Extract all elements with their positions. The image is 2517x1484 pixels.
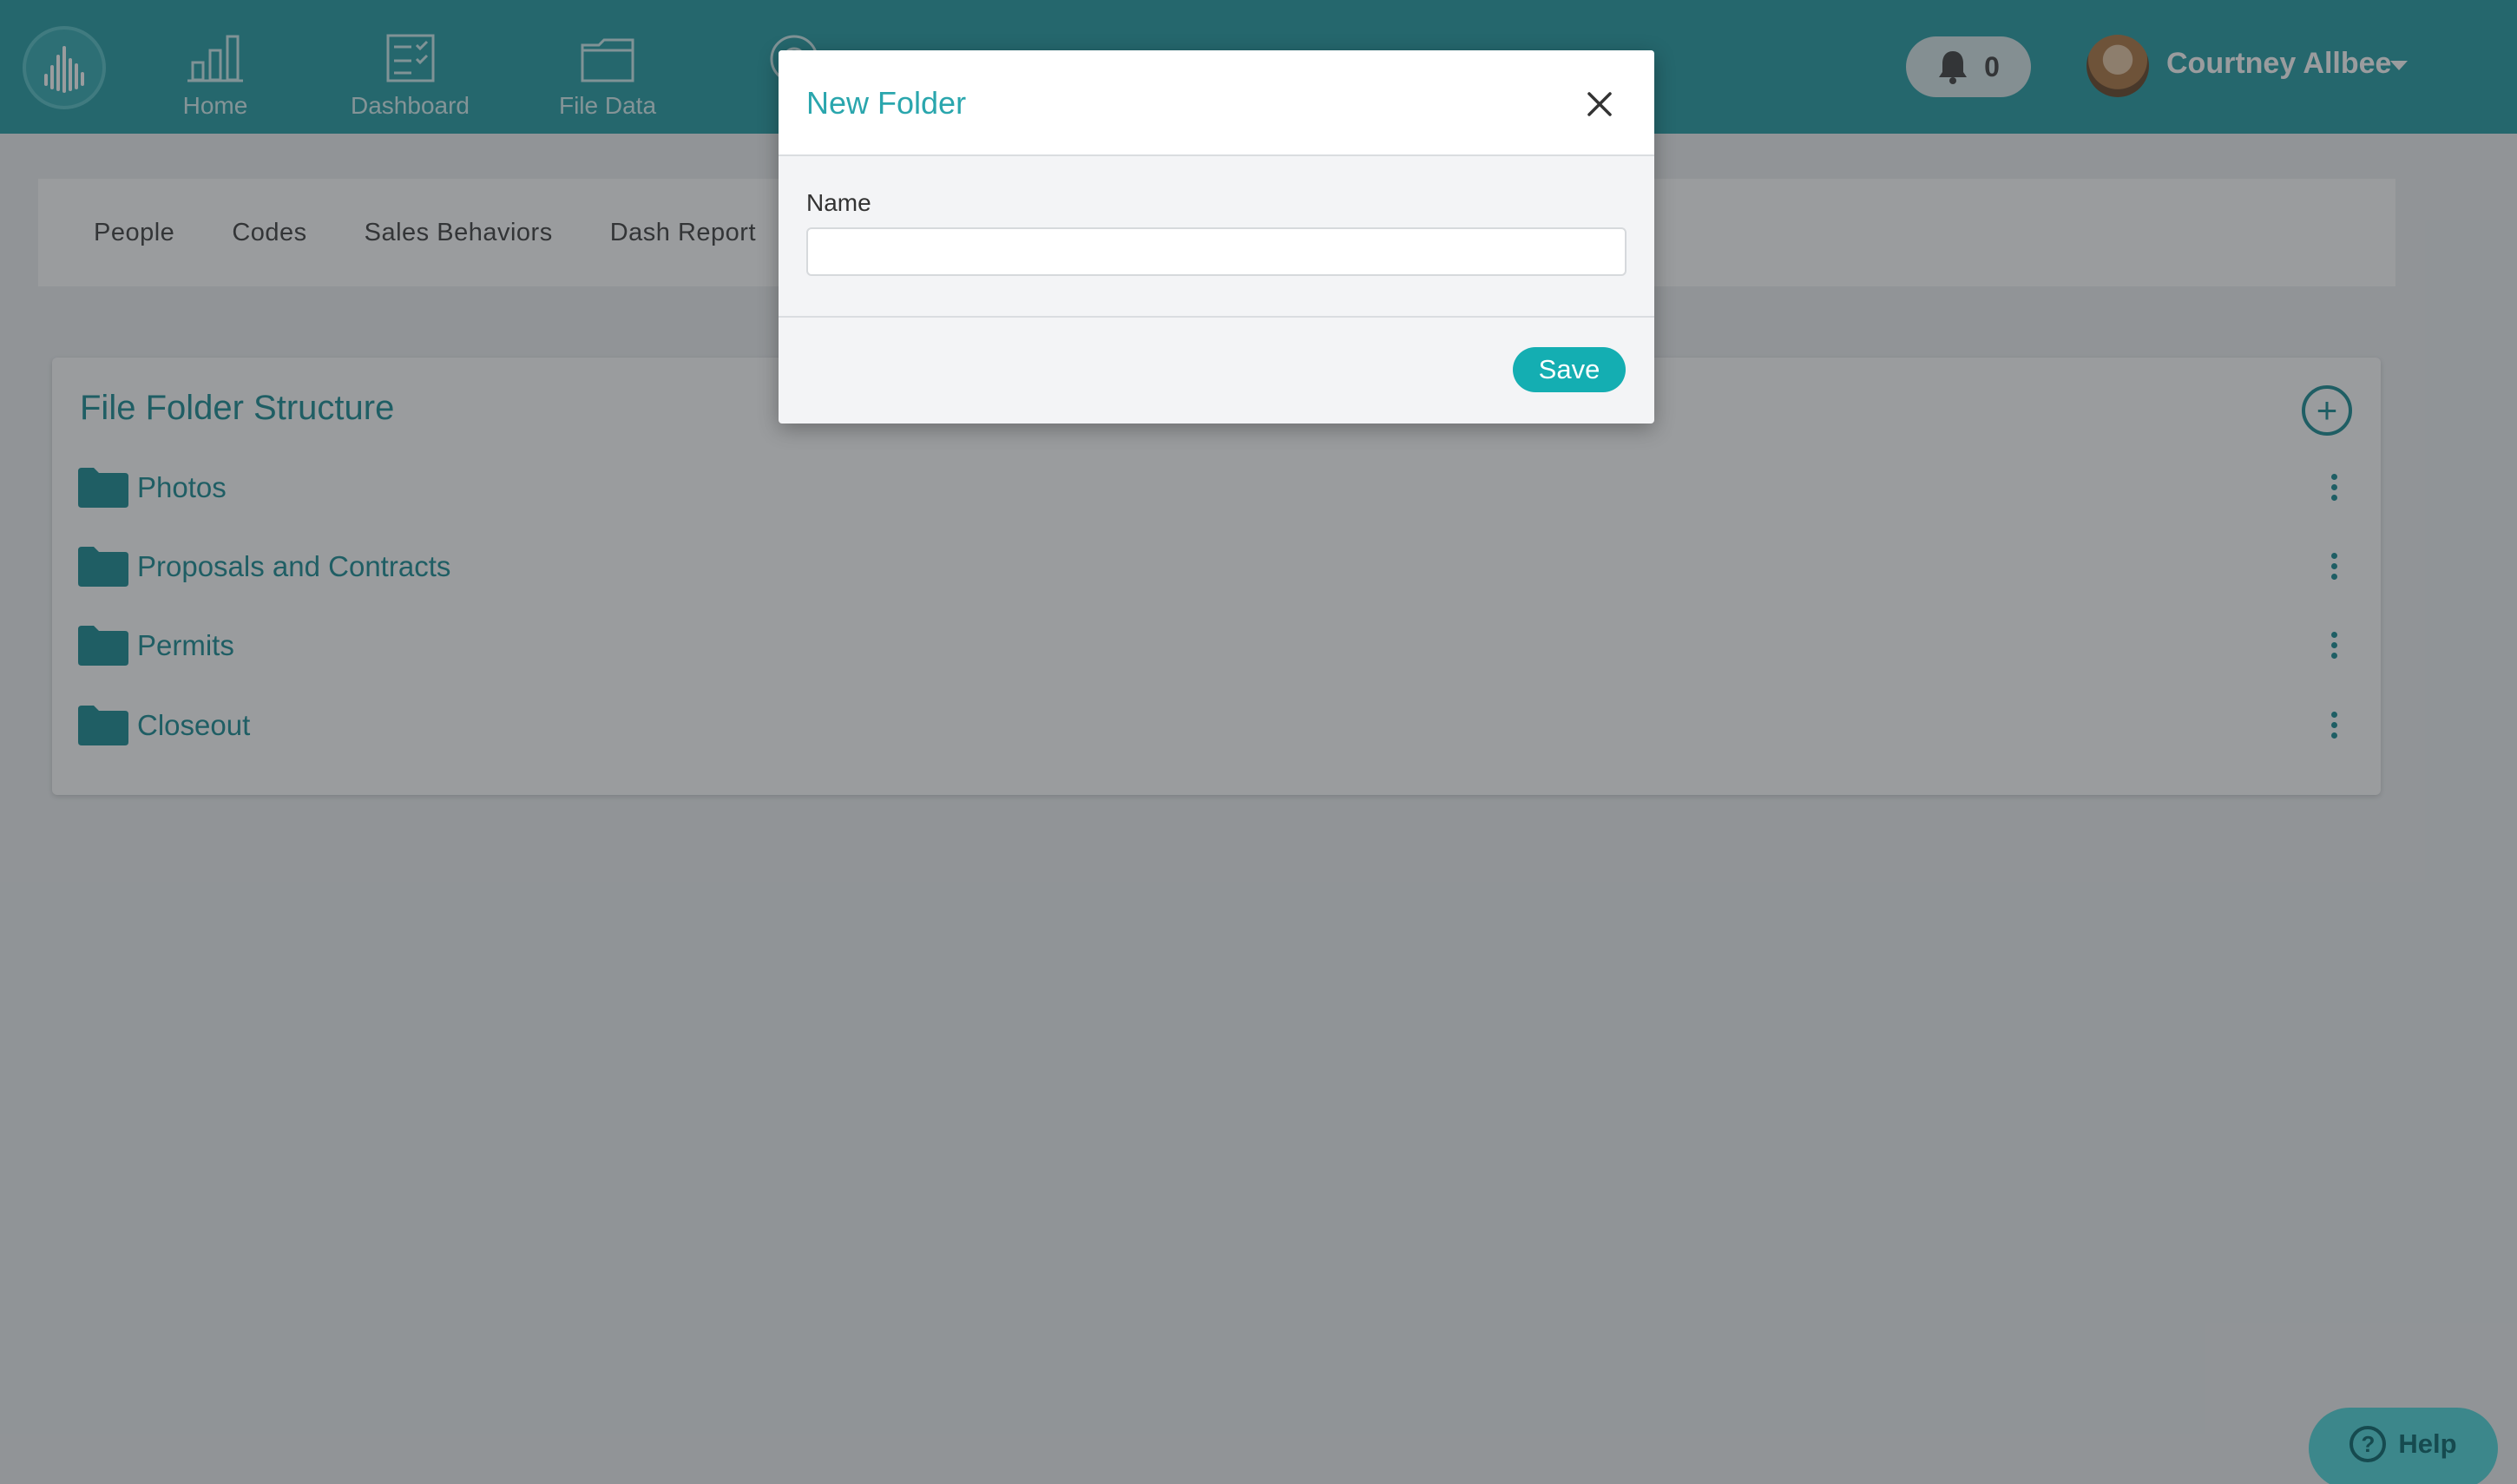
modal-header: New Folder	[779, 50, 1654, 156]
modal-title: New Folder	[806, 85, 967, 121]
modal-body: Name	[779, 156, 1654, 318]
name-field-label: Name	[806, 189, 871, 216]
new-folder-modal: New Folder Name Save	[779, 50, 1654, 424]
save-button[interactable]: Save	[1513, 347, 1626, 392]
close-icon[interactable]	[1584, 89, 1615, 120]
folder-name-input[interactable]	[806, 227, 1627, 276]
